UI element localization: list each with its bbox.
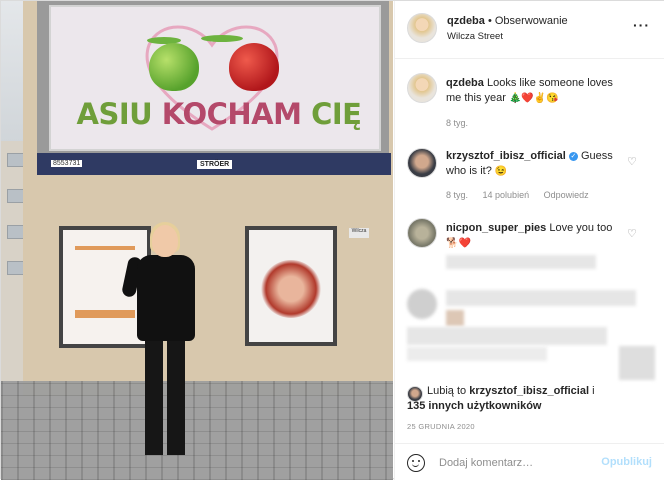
blurred-comment: [446, 290, 636, 306]
comment-text: nicpon_super_pies Love you too 🐕❤️: [446, 221, 626, 251]
person-head: [152, 225, 178, 257]
caption-emojis: 🎄❤️✌️😘: [508, 93, 559, 104]
billboard-text-c: CIĘ: [301, 97, 362, 131]
blurred-avatar: [407, 289, 437, 319]
blurred-emoji: [446, 310, 464, 326]
pavement: [1, 381, 393, 480]
instagram-post-modal: ASIU KOCHAM CIĘ 8553731 STRÖER Wilcza qz…: [0, 0, 664, 480]
likes-summary: Lubią to krzysztof_ibisz_official i 135 …: [407, 384, 657, 414]
caption-meta: 8 tyg.: [446, 118, 480, 128]
more-options-icon[interactable]: ···: [633, 17, 650, 33]
poster-stripe: [75, 310, 135, 318]
blurred-comment: [446, 255, 596, 269]
add-comment-input[interactable]: [439, 454, 589, 472]
comment-username[interactable]: nicpon_super_pies: [446, 222, 546, 234]
like-comment-heart-icon[interactable]: ♡: [627, 227, 638, 240]
follow-separator: •: [484, 15, 495, 27]
caption-username[interactable]: qzdeba: [446, 77, 484, 89]
emoji-picker-icon[interactable]: [407, 454, 425, 472]
comment-body: Love you too: [549, 222, 613, 234]
apple-leaf: [201, 35, 243, 42]
billboard-text: ASIU KOCHAM CIĘ: [69, 97, 369, 131]
following-button[interactable]: Obserwowanie: [495, 15, 568, 27]
caption-avatar[interactable]: [407, 73, 437, 103]
poster-womb-graphic: [261, 260, 321, 318]
author-avatar[interactable]: [407, 13, 437, 43]
comment-reply-button[interactable]: Odpowiedz: [544, 190, 589, 200]
header-line: qzdeba • Obserwowanie: [447, 15, 568, 27]
person-leg: [145, 335, 163, 455]
post-sidebar: qzdeba • Obserwowanie Wilcza Street ··· …: [394, 1, 664, 480]
comment-emojis: 🐕❤️: [446, 238, 471, 249]
add-comment-bar: Opublikuj: [395, 443, 664, 480]
street-plate: Wilcza: [349, 228, 369, 238]
red-apple-graphic: [229, 43, 279, 91]
comment-text: krzysztof_ibisz_official ✓ Guess who is …: [446, 149, 626, 179]
post-header: qzdeba • Obserwowanie Wilcza Street ···: [395, 1, 664, 59]
comment-avatar[interactable]: [407, 218, 437, 248]
likes-mid: i: [589, 385, 595, 397]
like-comment-heart-icon[interactable]: ♡: [627, 155, 638, 168]
post-comment-button[interactable]: Opublikuj: [601, 456, 652, 468]
likes-count[interactable]: 135 innych użytkowników: [407, 400, 541, 412]
post-photo[interactable]: ASIU KOCHAM CIĘ 8553731 STRÖER Wilcza: [1, 1, 393, 480]
comment-username[interactable]: krzysztof_ibisz_official: [446, 150, 566, 162]
verified-badge-icon: ✓: [568, 152, 578, 161]
caption-time[interactable]: 8 tyg.: [446, 118, 468, 128]
caption-text: qzdeba Looks like someone loves me this …: [446, 76, 626, 106]
billboard-text-b: KOCHAM: [161, 97, 302, 131]
poster-stripe: [75, 246, 135, 250]
comment-time[interactable]: 8 tyg.: [446, 190, 468, 200]
billboard-logo: STRÖER: [197, 160, 233, 169]
billboard-number: 8553731: [51, 160, 83, 167]
author-username[interactable]: qzdeba: [447, 15, 485, 27]
blurred-comment: [619, 346, 655, 380]
blurred-comment: [407, 327, 607, 345]
post-location[interactable]: Wilcza Street: [447, 31, 503, 42]
likes-prefix: Lubią to: [427, 385, 470, 397]
person-leg: [167, 335, 185, 455]
blurred-comment: [407, 347, 547, 361]
comment-emojis: 😉: [494, 166, 508, 177]
person-body: [137, 255, 195, 341]
post-date[interactable]: 25 GRUDNIA 2020: [407, 422, 475, 431]
billboard-text-a: ASIU: [76, 97, 162, 131]
comment-avatar[interactable]: [407, 148, 437, 178]
comment-meta: 8 tyg. 14 polubień Odpowiedz: [446, 190, 601, 200]
billboard: ASIU KOCHAM CIĘ: [49, 5, 381, 151]
likes-user[interactable]: krzysztof_ibisz_official: [469, 385, 589, 397]
poster-right: [245, 226, 337, 346]
comment-likes[interactable]: 14 polubień: [483, 190, 530, 200]
green-apple-graphic: [149, 43, 199, 91]
